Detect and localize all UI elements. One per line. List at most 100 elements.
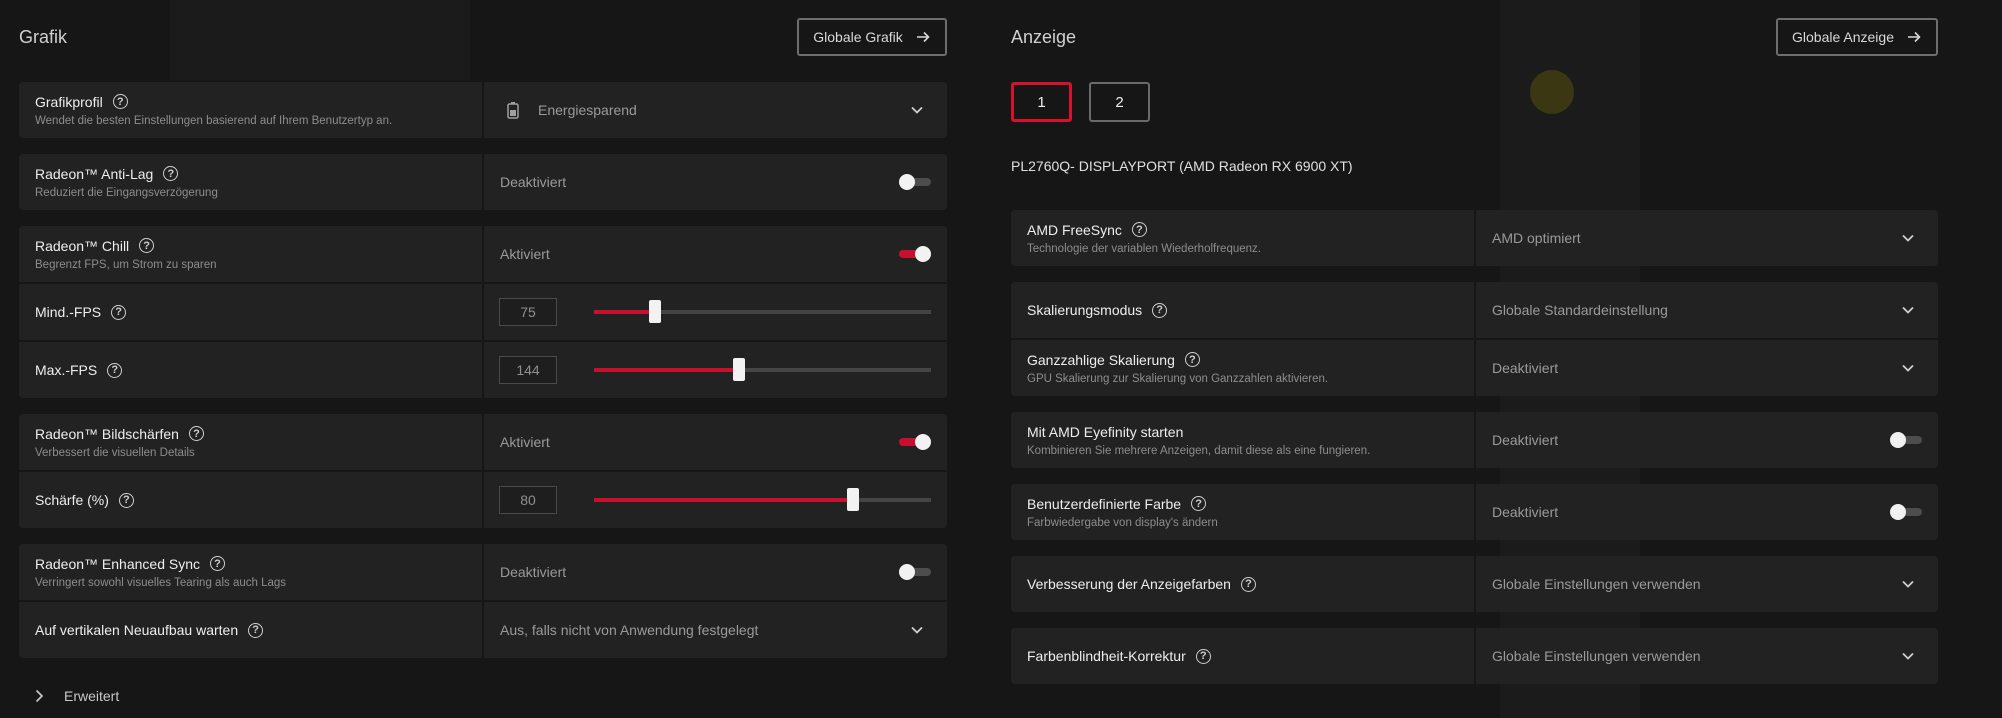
global-graphics-button[interactable]: Globale Grafik: [797, 18, 947, 56]
help-icon[interactable]: ?: [1152, 302, 1168, 318]
color-blindness-row[interactable]: Farbenblindheit-Korrektur? Globale Einst…: [1011, 628, 1938, 684]
enhanced-sync-row: Radeon™ Enhanced Sync? Verringert sowohl…: [19, 544, 947, 602]
help-icon[interactable]: ?: [188, 426, 204, 441]
chill-value: Aktiviert: [500, 246, 550, 262]
advanced-toggle[interactable]: Erweitert: [32, 688, 119, 704]
slider-thumb[interactable]: [732, 358, 745, 381]
slider-thumb[interactable]: [847, 488, 860, 511]
sharpening-value: Aktiviert: [500, 434, 550, 450]
custom-color-value: Deaktiviert: [1492, 504, 1559, 520]
color-enhancement-group: Verbesserung der Anzeigefarben? Globale …: [1011, 556, 1938, 612]
display-button-1[interactable]: 1: [1011, 82, 1072, 122]
arrow-right-icon: [916, 31, 930, 43]
sharpening-label: Radeon™ Bildschärfen: [35, 425, 179, 442]
enhanced-sync-desc: Verringert sowohl visuelles Tearing als …: [35, 576, 287, 589]
min-fps-input[interactable]: 75: [499, 298, 557, 326]
global-graphics-label: Globale Grafik: [813, 29, 903, 45]
background-artwork: [170, 0, 470, 80]
sharpening-toggle[interactable]: [899, 434, 931, 450]
anti-lag-desc: Reduziert die Eingangsverzögerung: [35, 186, 218, 199]
graphics-profile-group: Grafikprofil? Wendet die besten Einstell…: [19, 82, 947, 138]
min-fps-slider[interactable]: [594, 300, 931, 323]
help-icon[interactable]: ?: [118, 492, 134, 508]
custom-color-group: Benutzerdefinierte Farbe? Farbwiedergabe…: [1011, 484, 1938, 540]
scaling-mode-label: Skalierungsmodus: [1027, 302, 1143, 318]
sharpness-input[interactable]: 80: [499, 486, 557, 514]
help-icon[interactable]: ?: [1240, 576, 1256, 592]
help-icon[interactable]: ?: [163, 166, 179, 181]
chevron-down-icon[interactable]: [1900, 230, 1916, 246]
help-icon[interactable]: ?: [1195, 648, 1211, 664]
help-icon[interactable]: ?: [139, 238, 155, 253]
eyefinity-value: Deaktiviert: [1492, 432, 1559, 448]
help-icon[interactable]: ?: [111, 304, 127, 320]
help-icon[interactable]: ?: [1131, 222, 1147, 237]
help-icon[interactable]: ?: [107, 362, 123, 378]
anti-lag-toggle[interactable]: [899, 174, 931, 190]
anti-lag-value: Deaktiviert: [500, 174, 567, 190]
sharpness-slider[interactable]: [594, 488, 931, 511]
vsync-row[interactable]: Auf vertikalen Neuaufbau warten? Aus, fa…: [19, 602, 947, 658]
eyefinity-row: Mit AMD Eyefinity starten Kombinieren Si…: [1011, 412, 1938, 468]
chill-desc: Begrenzt FPS, um Strom zu sparen: [35, 258, 217, 271]
eyefinity-desc: Kombinieren Sie mehrere Anzeigen, damit …: [1027, 444, 1371, 457]
graphics-profile-row[interactable]: Grafikprofil? Wendet die besten Einstell…: [19, 82, 947, 138]
help-icon[interactable]: ?: [1184, 352, 1200, 367]
sharpness-row: Schärfe (%)? 80: [19, 472, 947, 528]
scaling-mode-row[interactable]: Skalierungsmodus? Globale Standardeinste…: [1011, 282, 1938, 340]
max-fps-slider[interactable]: [594, 358, 931, 381]
max-fps-input[interactable]: 144: [499, 356, 557, 384]
color-blindness-label: Farbenblindheit-Korrektur: [1027, 648, 1186, 664]
global-display-label: Globale Anzeige: [1792, 29, 1894, 45]
slider-thumb[interactable]: [648, 300, 661, 323]
help-icon[interactable]: ?: [210, 556, 225, 571]
help-icon[interactable]: ?: [112, 94, 128, 109]
chill-toggle[interactable]: [899, 246, 931, 262]
scaling-group: Skalierungsmodus? Globale Standardeinste…: [1011, 282, 1938, 396]
background-artwork: [1530, 70, 1574, 114]
integer-scaling-value: Deaktiviert: [1492, 360, 1559, 376]
chevron-down-icon[interactable]: [1900, 302, 1916, 318]
chevron-down-icon[interactable]: [909, 102, 925, 118]
eyefinity-group: Mit AMD Eyefinity starten Kombinieren Si…: [1011, 412, 1938, 468]
help-icon[interactable]: ?: [1191, 496, 1207, 511]
chill-group: Radeon™ Chill? Begrenzt FPS, um Strom zu…: [19, 226, 947, 398]
arrow-right-icon: [1907, 31, 1921, 43]
sync-group: Radeon™ Enhanced Sync? Verringert sowohl…: [19, 544, 947, 658]
eyefinity-label: Mit AMD Eyefinity starten: [1027, 423, 1184, 440]
color-enhancement-label: Verbesserung der Anzeigefarben: [1027, 576, 1231, 592]
graphics-profile-value: Energiesparend: [538, 102, 637, 118]
enhanced-sync-toggle[interactable]: [899, 564, 931, 580]
chill-row: Radeon™ Chill? Begrenzt FPS, um Strom zu…: [19, 226, 947, 284]
custom-color-desc: Farbwiedergabe von display's ändern: [1027, 516, 1218, 529]
sharpening-row: Radeon™ Bildschärfen? Verbessert die vis…: [19, 414, 947, 472]
chevron-down-icon[interactable]: [909, 622, 925, 638]
chevron-down-icon[interactable]: [1900, 360, 1916, 376]
sharpening-desc: Verbessert die visuellen Details: [35, 446, 195, 459]
freesync-value: AMD optimiert: [1492, 230, 1581, 246]
color-enhancement-value: Globale Einstellungen verwenden: [1492, 576, 1701, 592]
chevron-down-icon[interactable]: [1900, 648, 1916, 664]
monitor-name: PL2760Q- DISPLAYPORT (AMD Radeon RX 6900…: [1011, 158, 1353, 174]
global-display-button[interactable]: Globale Anzeige: [1776, 18, 1938, 56]
advanced-label: Erweitert: [64, 688, 120, 704]
freesync-label: AMD FreeSync: [1027, 221, 1122, 238]
vsync-value: Aus, falls nicht von Anwendung festgeleg…: [500, 622, 759, 638]
eyefinity-toggle[interactable]: [1890, 432, 1922, 448]
battery-icon: [507, 102, 519, 119]
chevron-down-icon[interactable]: [1900, 576, 1916, 592]
anti-lag-group: Radeon™ Anti-Lag? Reduziert die Eingangs…: [19, 154, 947, 210]
help-icon[interactable]: ?: [248, 622, 264, 638]
integer-scaling-row[interactable]: Ganzzahlige Skalierung? GPU Skalierung z…: [1011, 340, 1938, 396]
display-button-2[interactable]: 2: [1089, 82, 1150, 122]
freesync-row[interactable]: AMD FreeSync? Technologie der variablen …: [1011, 210, 1938, 266]
anti-lag-row: Radeon™ Anti-Lag? Reduziert die Eingangs…: [19, 154, 947, 210]
custom-color-toggle[interactable]: [1890, 504, 1922, 520]
section-title-display: Anzeige: [1011, 27, 1077, 47]
scaling-mode-value: Globale Standardeinstellung: [1492, 302, 1668, 318]
sharpening-group: Radeon™ Bildschärfen? Verbessert die vis…: [19, 414, 947, 528]
anti-lag-label: Radeon™ Anti-Lag: [35, 165, 154, 182]
chevron-right-icon: [35, 689, 44, 703]
color-enhancement-row[interactable]: Verbesserung der Anzeigefarben? Globale …: [1011, 556, 1938, 612]
custom-color-label: Benutzerdefinierte Farbe: [1027, 495, 1182, 512]
